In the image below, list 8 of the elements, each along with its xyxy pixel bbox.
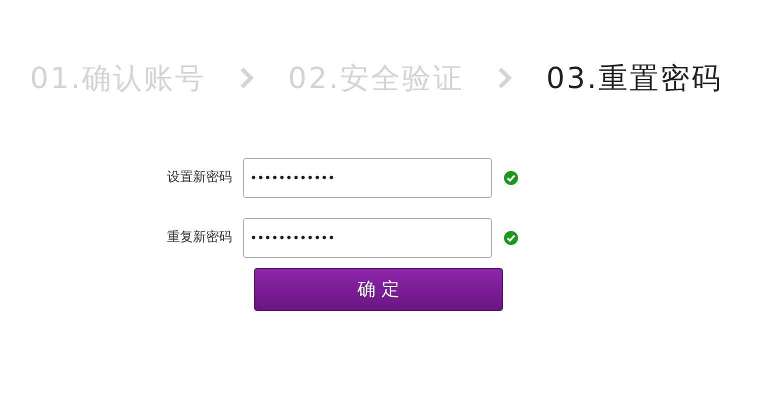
field-label: 重复新密码: [166, 229, 233, 248]
confirm-button[interactable]: 确 定: [254, 268, 503, 311]
field-label: 设置新密码: [166, 169, 233, 188]
password-field[interactable]: ••••••••••••: [243, 158, 492, 198]
password-field[interactable]: ••••••••••••: [243, 218, 492, 258]
chevron-icon: [240, 67, 254, 89]
chevron-icon: [498, 67, 512, 89]
step-label: 03.重置密码: [546, 60, 722, 96]
